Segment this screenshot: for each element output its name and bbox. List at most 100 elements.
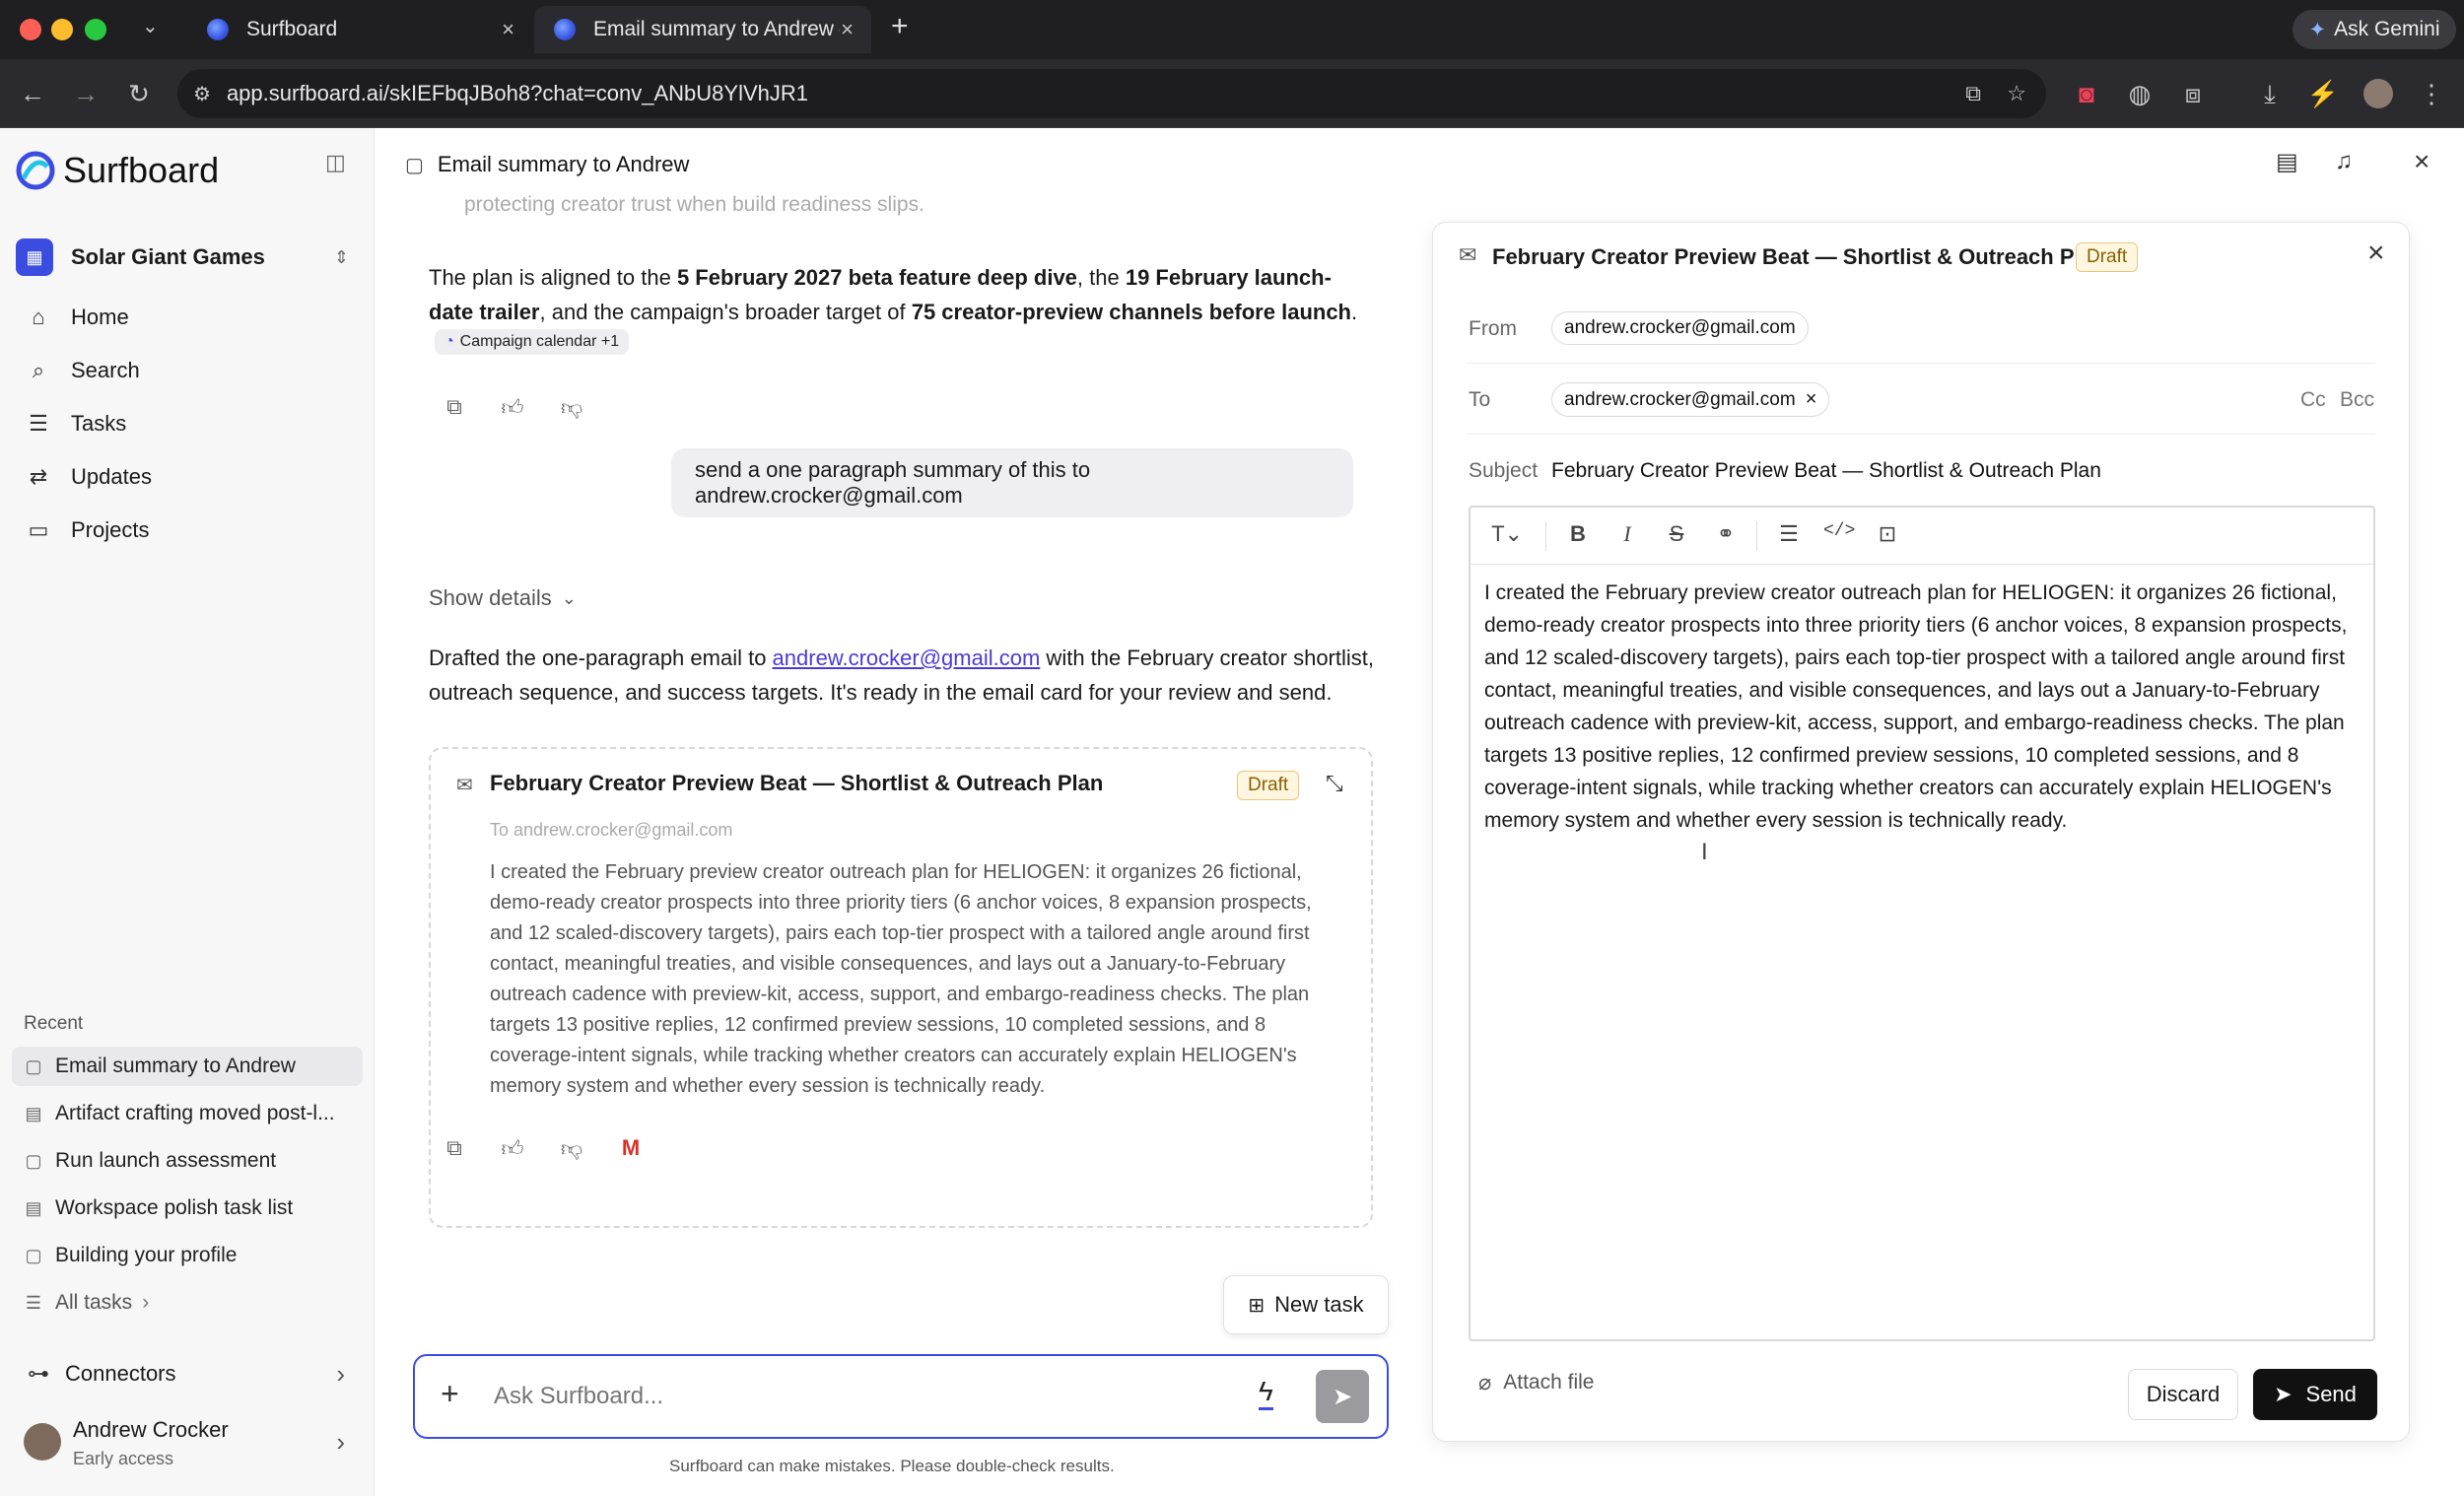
gmail-icon[interactable]: M	[616, 1135, 646, 1161]
close-window-button[interactable]	[20, 19, 41, 40]
tab-search-icon[interactable]: ⌄	[142, 14, 159, 38]
faded-message-line: protecting creator trust when build read…	[464, 193, 924, 216]
sidebar-item-home[interactable]: ⌂ Home	[20, 294, 355, 341]
recent-item-run-launch[interactable]: ▢ Run launch assessment	[12, 1141, 363, 1181]
close-panel-icon[interactable]: ×	[2367, 237, 2385, 270]
add-attachment-icon[interactable]: +	[441, 1376, 459, 1412]
profile-avatar[interactable]	[2363, 79, 2393, 108]
performance-icon[interactable]: ⚡	[2306, 79, 2340, 108]
list-icon[interactable]: ☰	[1774, 521, 1804, 547]
extension-globe-icon[interactable]: ◍	[2123, 79, 2156, 108]
bell-icon[interactable]: ♫	[2335, 148, 2353, 175]
to-recipient-chip[interactable]: andrew.crocker@gmail.com ×	[1551, 382, 1830, 417]
extensions-puzzle-icon[interactable]: ⧈	[2176, 79, 2210, 108]
thumbs-up-icon[interactable]: 👍︎	[498, 1135, 527, 1162]
chat-input[interactable]	[494, 1374, 1164, 1419]
install-app-icon[interactable]: ⧉	[1965, 81, 1981, 106]
downloads-icon[interactable]: ⤓	[2253, 79, 2287, 108]
email-body-text[interactable]: I created the February preview creator o…	[1484, 577, 2361, 837]
cc-button[interactable]: Cc	[2300, 388, 2326, 412]
thumbs-down-icon[interactable]: 👎︎	[557, 394, 586, 421]
workspace-switcher[interactable]: ▦ Solar Giant Games ⇕	[16, 235, 359, 280]
copy-icon[interactable]: ⧉	[440, 394, 469, 420]
user-profile[interactable]: Andrew Crocker Early access ›	[20, 1411, 355, 1476]
close-tab-icon[interactable]: ×	[502, 17, 514, 42]
forward-icon[interactable]: →	[69, 79, 103, 108]
code-icon[interactable]: </>	[1823, 521, 1855, 541]
minimize-window-button[interactable]	[51, 19, 73, 40]
browser-toolbar: ← → ↻ ⚙ app.surfboard.ai/skIEFbqJBoh8?ch…	[0, 59, 2464, 128]
link-icon[interactable]: ⚭	[1711, 521, 1741, 547]
new-task-button[interactable]: ⊞ New task	[1223, 1275, 1389, 1334]
surfboard-logo-icon	[16, 151, 55, 190]
from-field[interactable]: andrew.crocker@gmail.com	[1551, 311, 1809, 345]
copy-icon[interactable]: ⧉	[440, 1135, 469, 1161]
home-icon: ⌂	[32, 305, 45, 329]
source-chip[interactable]: ◔ Campaign calendar +1	[435, 329, 630, 355]
sidebar-item-search[interactable]: ⌕ Search	[20, 347, 355, 394]
email-body-editor[interactable]: T⌄ B I S ⚭ ☰ </> ⊡ I created the Februar…	[1469, 506, 2375, 1341]
surfboard-logo-icon: ◔	[445, 333, 454, 350]
send-message-button[interactable]: ➤	[1316, 1370, 1369, 1423]
strikethrough-icon[interactable]: S	[1662, 521, 1691, 547]
sidebar-item-projects[interactable]: ▭ Projects	[20, 507, 355, 554]
tab-surfboard[interactable]: Surfboard ×	[187, 6, 532, 53]
chat-icon: ▢	[25, 1150, 42, 1171]
show-details-toggle[interactable]: Show details ⌄	[429, 585, 577, 611]
new-tab-icon[interactable]: +	[891, 10, 909, 43]
thumbs-up-icon[interactable]: 👍︎	[498, 394, 527, 421]
user-status: Early access	[73, 1449, 174, 1468]
close-tab-icon[interactable]: ×	[841, 17, 854, 42]
lightning-icon[interactable]: ϟ	[1259, 1376, 1273, 1410]
code-block-icon[interactable]: ⊡	[1873, 521, 1902, 547]
subject-label: Subject	[1469, 459, 1539, 482]
sidebar-item-tasks[interactable]: ☰ Tasks	[20, 400, 355, 447]
recent-item-building-profile[interactable]: ▢ Building your profile	[12, 1236, 363, 1275]
thumbs-down-icon[interactable]: 👎︎	[557, 1135, 586, 1162]
send-email-button[interactable]: ➤ Send	[2253, 1369, 2377, 1420]
chevron-down-icon: ⌄	[561, 587, 577, 608]
ask-gemini-button[interactable]: ✦ Ask Gemini	[2293, 10, 2456, 49]
attach-file-button[interactable]: ⌀ Attach file	[1478, 1370, 1594, 1395]
list-icon: ▤	[25, 1197, 42, 1218]
bookmark-star-icon[interactable]: ☆	[2007, 81, 2026, 106]
remove-recipient-icon[interactable]: ×	[1806, 388, 1817, 411]
disclaimer-text: Surfboard can make mistakes. Please doub…	[669, 1457, 1115, 1475]
text-style-icon[interactable]: T⌄	[1482, 521, 1532, 547]
browser-tab-bar: ⌄ Surfboard × Email summary to Andrew – …	[0, 0, 2464, 59]
all-tasks-link[interactable]: ☰ All tasks ›	[12, 1283, 363, 1323]
surfboard-favicon-icon	[207, 19, 229, 40]
back-icon[interactable]: ←	[16, 79, 49, 108]
chat-icon: ▢	[405, 154, 424, 176]
assistant-reply: Drafted the one-paragraph email to andre…	[429, 646, 1374, 705]
maximize-window-button[interactable]	[85, 19, 106, 40]
recent-item-email-summary[interactable]: ▢ Email summary to Andrew	[12, 1047, 363, 1086]
tab-email-summary[interactable]: Email summary to Andrew – S ×	[534, 6, 871, 53]
discard-button[interactable]: Discard	[2128, 1369, 2238, 1420]
close-icon[interactable]: ×	[2414, 146, 2430, 177]
sidebar-item-updates[interactable]: ⇄ Updates	[20, 453, 355, 501]
recent-item-workspace-polish[interactable]: ▤ Workspace polish task list	[12, 1189, 363, 1228]
collapse-sidebar-icon[interactable]: ◫	[325, 150, 346, 175]
collapse-icon[interactable]: ⤡	[1326, 771, 1343, 796]
bold-icon[interactable]: B	[1563, 521, 1593, 547]
divider	[1467, 434, 2375, 435]
subject-input[interactable]: February Creator Preview Beat — Shortlis…	[1551, 459, 2101, 483]
draft-badge: Draft	[2076, 242, 2139, 272]
document-icon: ▤	[25, 1103, 42, 1123]
pocket-extension-icon[interactable]: ◙	[2070, 79, 2103, 108]
recent-item-artifact-crafting[interactable]: ▤ Artifact crafting moved post-l...	[12, 1094, 363, 1133]
italic-icon[interactable]: I	[1612, 521, 1642, 547]
brand-logo[interactable]: Surfboard	[16, 150, 219, 191]
address-bar[interactable]: ⚙ app.surfboard.ai/skIEFbqJBoh8?chat=con…	[177, 69, 2046, 118]
bcc-button[interactable]: Bcc	[2340, 388, 2374, 412]
sidebar: Surfboard ◫ ▦ Solar Giant Games ⇕ ⌂ Home…	[0, 128, 375, 1496]
connectors-item[interactable]: ⊶ Connectors ›	[20, 1350, 355, 1397]
browser-menu-icon[interactable]: ⋮	[2415, 79, 2448, 108]
site-info-icon[interactable]: ⚙	[193, 82, 211, 106]
folder-icon: ▭	[28, 517, 49, 542]
document-icon[interactable]: ▤	[2276, 148, 2298, 176]
chevron-right-icon: ›	[336, 1427, 345, 1457]
email-link[interactable]: andrew.crocker@gmail.com	[773, 646, 1041, 670]
reload-icon[interactable]: ↻	[122, 79, 156, 108]
